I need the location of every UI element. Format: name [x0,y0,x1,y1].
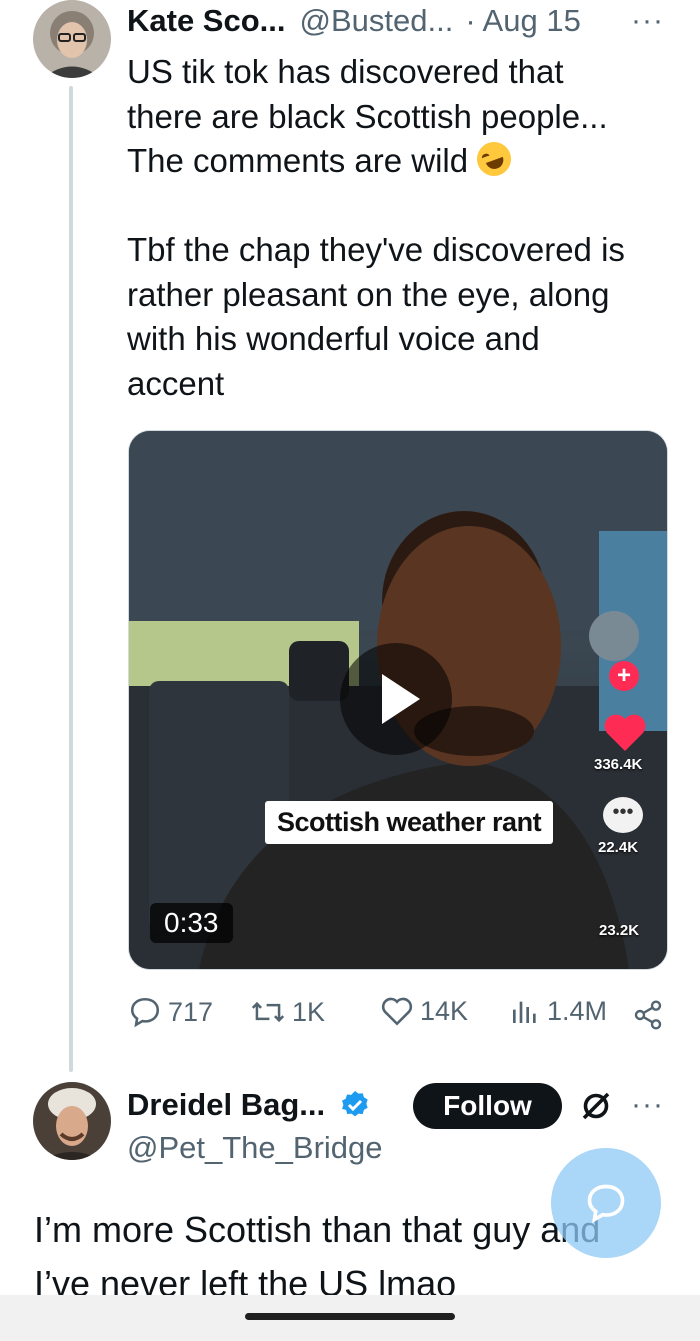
rolling-laughing-emoji-icon [472,137,517,181]
tiktok-like-count: 336.4K [594,756,643,773]
views-button[interactable]: 1.4M [509,995,607,1027]
tiktok-comment-icon: ••• [603,797,643,833]
reply-author-avatar[interactable] [33,1082,111,1160]
tiktok-comment-count: 22.4K [598,839,639,856]
tweet-header: Kate Sco... @Busted... · Aug 15 [127,0,667,42]
video-duration: 0:33 [150,903,233,943]
repost-count: 1K [292,996,326,1027]
reply-author-handle[interactable]: @Pet_The_Bridge [127,1130,383,1166]
follow-button[interactable]: Follow [413,1083,562,1129]
author-handle[interactable]: @Busted... [300,3,454,39]
tiktok-follow-plus-icon: + [609,661,639,691]
tweet-text-line: rather pleasant on the eye, along [127,275,610,313]
share-icon[interactable] [632,999,664,1031]
floating-compose-button[interactable] [551,1148,661,1258]
tweet-text-line: Tbf the chap they've discovered is [127,231,625,268]
home-indicator[interactable] [245,1313,455,1320]
reply-more-options-icon[interactable]: ··· [631,1088,664,1122]
heart-icon [381,997,413,1026]
reply-count: 717 [168,996,214,1027]
reply-author-name[interactable]: Dreidel Bag... [127,1087,325,1123]
reply-button[interactable]: 717 [128,995,213,1029]
thread-connector-line [69,86,73,1072]
author-name[interactable]: Kate Sco... [127,3,286,39]
author-avatar[interactable] [33,0,111,78]
tweet-body: US tik tok has discovered that there are… [127,50,672,406]
tweet-text-line: there are black Scottish people... [127,97,608,135]
repost-icon [251,1001,285,1023]
verified-badge-icon [342,1091,368,1117]
tweet-text-line: with his wonderful voice and [127,320,540,357]
tweet-text-line: accent [127,364,225,402]
more-options-icon[interactable]: ··· [631,4,664,38]
reply-header: Dreidel Bag... [127,1082,371,1128]
views-chart-icon [513,1001,536,1023]
video-caption-overlay: Scottish weather rant [265,801,554,844]
play-icon[interactable] [340,643,452,755]
like-count: 14K [420,995,469,1026]
reply-icon [130,997,160,1028]
tiktok-heart-icon [604,714,646,751]
tiktok-share-count: 23.2K [599,922,640,939]
tweet-date[interactable]: · Aug 15 [465,3,580,39]
repost-button[interactable]: 1K [250,995,325,1029]
tweet-actions: 717 1K 14K 1.4M [128,995,668,1035]
like-button[interactable]: 14K [380,995,468,1027]
tweet-text-line: The comments are wild [127,142,469,179]
grok-slash-icon[interactable] [578,1088,614,1124]
chat-bubble-icon [587,1184,625,1224]
tweet-text-line: US tik tok has discovered that [127,53,564,90]
view-count: 1.4M [547,995,608,1026]
